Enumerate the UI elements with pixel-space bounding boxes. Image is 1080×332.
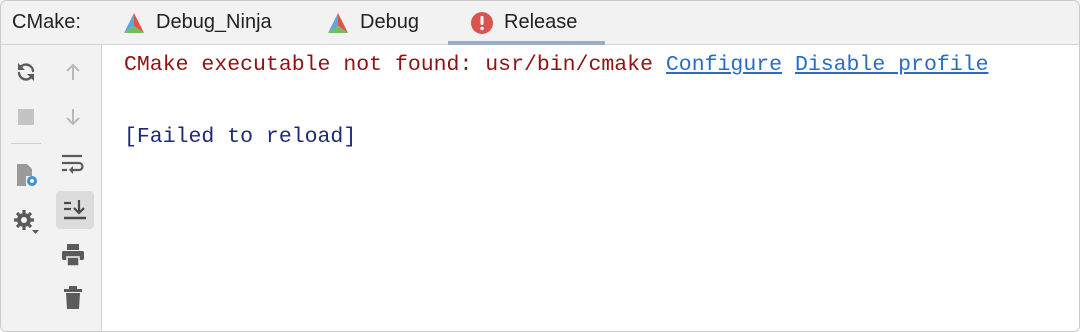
- tabbar-prefix-label: CMake:: [12, 11, 81, 33]
- scroll-up-button[interactable]: [56, 55, 90, 89]
- reload-button[interactable]: [9, 55, 43, 89]
- tab-debug-ninja[interactable]: Debug_Ninja: [122, 1, 272, 44]
- console-output: CMake executable not found: usr/bin/cmak…: [103, 45, 1079, 331]
- scroll-up-icon: [66, 63, 80, 80]
- error-message: CMake executable not found: usr/bin/cmak…: [124, 53, 653, 77]
- disable-profile-link[interactable]: Disable profile: [795, 53, 989, 77]
- status-message: [Failed to reload]: [124, 125, 357, 149]
- gear-dropdown-icon: [14, 210, 39, 234]
- trash-icon: [64, 286, 82, 309]
- error-icon: [471, 11, 493, 34]
- reload-icon: [17, 63, 35, 81]
- tab-debug[interactable]: Debug: [326, 1, 419, 44]
- tab-label: Release: [504, 11, 578, 33]
- stop-icon: [18, 109, 34, 125]
- tab-label: Debug: [360, 11, 419, 33]
- settings-dropdown-button[interactable]: [9, 205, 43, 239]
- print-icon: [62, 244, 84, 267]
- cmake-tool-window: CMake: Debug_Ninja Debug Release CMake e…: [0, 0, 1080, 332]
- tab-label: Debug_Ninja: [156, 11, 272, 33]
- scroll-to-end-icon: [64, 200, 86, 220]
- print-button[interactable]: [56, 238, 90, 272]
- configure-link[interactable]: Configure: [666, 53, 782, 77]
- clear-all-button[interactable]: [56, 281, 90, 315]
- console-toolbar: [1, 45, 102, 331]
- error-line: CMake executable not found: usr/bin/cmak…: [124, 53, 988, 77]
- scroll-to-end-button[interactable]: [56, 191, 94, 229]
- scroll-down-icon: [66, 109, 80, 126]
- soft-wrap-button[interactable]: [56, 146, 90, 180]
- profile-tab-bar: CMake: Debug_Ninja Debug Release: [1, 1, 1079, 45]
- cmake-triangle-icon: [328, 12, 348, 33]
- soft-wrap-icon: [62, 154, 84, 174]
- scroll-down-button[interactable]: [56, 100, 90, 134]
- tab-release[interactable]: Release: [470, 1, 577, 44]
- cmake-settings-button[interactable]: [9, 158, 43, 192]
- stop-button[interactable]: [9, 100, 43, 134]
- cmake-triangle-icon: [124, 12, 144, 33]
- toolbar-separator: [11, 143, 41, 144]
- settings-file-icon: [17, 164, 37, 186]
